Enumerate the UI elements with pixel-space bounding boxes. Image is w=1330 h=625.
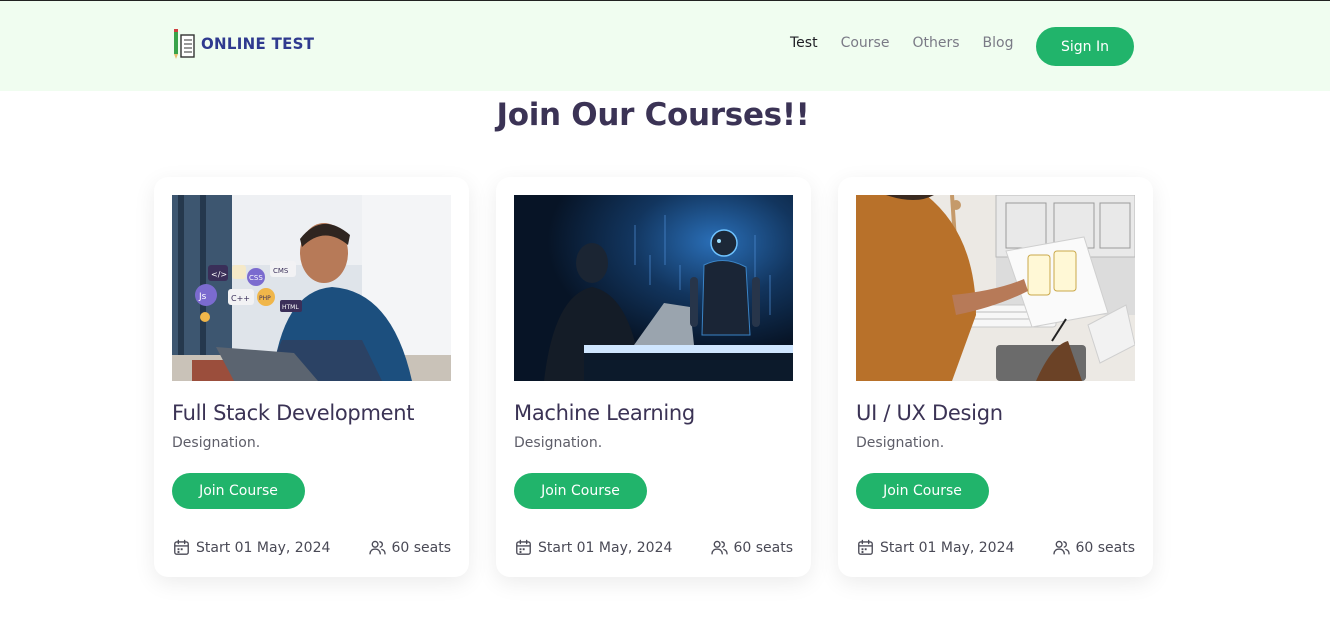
logo-text: ONLINE TEST (201, 34, 315, 54)
course-meta: Start 01 May, 2024 60 seats (172, 538, 451, 558)
badge-code: </> (211, 270, 227, 279)
course-start: Start 01 May, 2024 (172, 538, 330, 557)
course-designation: Designation. (514, 435, 603, 451)
course-seats: 60 seats (710, 538, 793, 557)
badge-js: Js (198, 292, 207, 302)
users-icon (369, 540, 387, 555)
badge-css: CSS (249, 274, 263, 282)
course-start-text: Start 01 May, 2024 (196, 539, 331, 556)
sign-in-button[interactable]: Sign In (1036, 27, 1134, 66)
join-course-button[interactable]: Join Course (856, 473, 989, 509)
course-image-machine-learning (514, 195, 793, 381)
section-title: Join Our Courses!! (496, 97, 810, 133)
join-course-button[interactable]: Join Course (172, 473, 305, 509)
course-seats-text: 60 seats (733, 539, 793, 556)
course-meta: Start 01 May, 2024 60 seats (856, 538, 1135, 558)
logo[interactable]: ONLINE TEST (172, 27, 314, 61)
course-meta: Start 01 May, 2024 60 seats (514, 538, 793, 558)
calendar-icon (516, 539, 531, 555)
course-start-text: Start 01 May, 2024 (538, 539, 673, 556)
course-title: Full Stack Development (172, 401, 415, 425)
course-seats: 60 seats (1052, 538, 1135, 557)
calendar-icon (858, 539, 873, 555)
course-image-ui-ux (856, 195, 1135, 381)
course-title: UI / UX Design (856, 401, 1003, 425)
course-title: Machine Learning (514, 401, 695, 425)
main-nav: Test Course Others Blog (790, 35, 1036, 51)
course-card-machine-learning: Machine Learning Designation. Join Cours… (496, 177, 811, 577)
course-designation: Designation. (172, 435, 261, 451)
course-seats-text: 60 seats (391, 539, 451, 556)
nav-test[interactable]: Test (790, 35, 818, 51)
course-seats: 60 seats (368, 538, 451, 557)
course-designation: Designation. (856, 435, 945, 451)
nav-course[interactable]: Course (841, 35, 890, 51)
logo-icon (174, 29, 195, 59)
badge-html: HTML (282, 304, 299, 311)
badge-php: PHP (259, 295, 271, 302)
course-start-text: Start 01 May, 2024 (880, 539, 1015, 556)
course-start: Start 01 May, 2024 (514, 538, 672, 557)
course-image-full-stack: </> CMS CSS Js C++ PHP HTML (172, 195, 451, 381)
course-card-full-stack: </> CMS CSS Js C++ PHP HTML Full Stack D… (154, 177, 469, 577)
nav-blog[interactable]: Blog (983, 35, 1014, 51)
calendar-icon (174, 539, 189, 555)
course-start: Start 01 May, 2024 (856, 538, 1014, 557)
users-icon (1053, 540, 1071, 555)
badge-cpp: C++ (231, 294, 250, 303)
nav-others[interactable]: Others (912, 35, 959, 51)
users-icon (711, 540, 729, 555)
course-card-ui-ux: UI / UX Design Designation. Join Course … (838, 177, 1153, 577)
course-seats-text: 60 seats (1075, 539, 1135, 556)
join-course-button[interactable]: Join Course (514, 473, 647, 509)
badge-cms: CMS (273, 267, 289, 275)
site-header: ONLINE TEST Test Course Others Blog Sign… (0, 1, 1330, 91)
